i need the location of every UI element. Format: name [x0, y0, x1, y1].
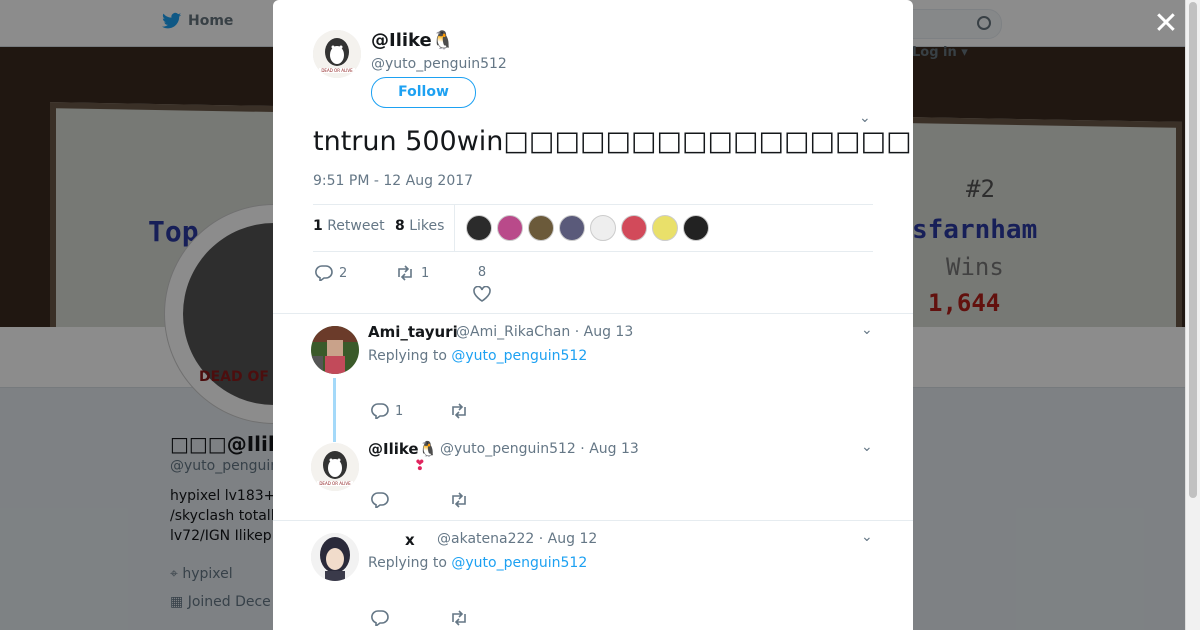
reply-retweet-button[interactable] — [449, 403, 469, 419]
tweet-stats: 1 Retweet 8 Likes — [313, 204, 873, 252]
reply-avatar[interactable] — [311, 326, 359, 374]
close-modal-button[interactable]: ✕ — [1152, 9, 1180, 39]
reply-count: 2 — [339, 265, 348, 281]
tweet-modal: DEAD OR ALIVE @Ilike🐧 @yuto_penguin512 F… — [273, 0, 913, 630]
reply-meta: @yuto_penguin512 · Aug 13 — [440, 441, 639, 457]
like-count: 8 — [477, 265, 487, 280]
thread-connector-line — [333, 378, 336, 442]
reply-date[interactable]: Aug 13 — [584, 324, 634, 340]
svg-text:DEAD OR ALIVE: DEAD OR ALIVE — [319, 481, 351, 486]
reply-reply-count: 1 — [395, 403, 404, 419]
liker-avatar[interactable] — [528, 215, 554, 241]
author-name[interactable]: @Ilike🐧 — [371, 30, 454, 51]
liker-avatar[interactable] — [652, 215, 678, 241]
replying-prefix: Replying to — [368, 348, 447, 364]
replies-divider — [273, 313, 913, 314]
reply-icon — [371, 403, 389, 419]
svg-text:DEAD OR ALIVE: DEAD OR ALIVE — [321, 68, 353, 73]
anime-avatar-icon — [311, 533, 359, 581]
page-scrollbar[interactable] — [1185, 0, 1200, 630]
retweet-stat[interactable]: 1 Retweet — [313, 218, 385, 234]
replying-to-link[interactable]: @yuto_penguin512 — [451, 555, 587, 571]
reply-icon — [371, 492, 389, 508]
retweet-icon — [398, 265, 412, 281]
follow-button[interactable]: Follow — [371, 77, 476, 108]
reply-author-name[interactable]: x — [405, 531, 415, 549]
reply-author-handle[interactable]: @Ami_RikaChan — [456, 324, 570, 340]
likes-stat[interactable]: 8 Likes — [395, 218, 444, 234]
reply-date[interactable]: Aug 12 — [548, 531, 598, 547]
reply-options-chevron-icon[interactable]: ⌄ — [861, 439, 873, 455]
reply-author-handle[interactable]: @akatena222 — [437, 531, 534, 547]
tweet-options-chevron-icon[interactable]: ⌄ — [859, 110, 871, 126]
minecraft-avatar-icon — [311, 326, 359, 374]
replying-prefix: Replying to — [368, 555, 447, 571]
liker-avatar[interactable] — [590, 215, 616, 241]
heart-icon — [473, 286, 491, 302]
liker-avatar[interactable] — [621, 215, 647, 241]
reply-reply-button[interactable] — [371, 492, 389, 508]
replying-to: Replying to @yuto_penguin512 — [368, 348, 587, 364]
retweet-icon — [452, 403, 466, 419]
reply-retweet-button[interactable] — [449, 492, 469, 508]
retweet-icon — [452, 492, 466, 508]
reply-retweet-button[interactable] — [449, 610, 469, 626]
liker-avatar[interactable] — [497, 215, 523, 241]
reply-avatar[interactable]: DEAD OR ALIVE — [311, 443, 359, 491]
reply-meta: @akatena222 · Aug 12 — [437, 531, 598, 547]
reply-options-chevron-icon[interactable]: ⌄ — [861, 322, 873, 338]
reply-reply-button[interactable] — [371, 610, 389, 626]
penguin-avatar-icon: DEAD OR ALIVE — [313, 30, 361, 78]
replying-to-link[interactable]: @yuto_penguin512 — [451, 348, 587, 364]
reply-text: ❣ — [414, 458, 426, 474]
stats-divider — [454, 205, 455, 251]
like-button[interactable]: 8 — [473, 265, 491, 302]
liker-avatars — [466, 215, 709, 241]
liker-avatar[interactable] — [559, 215, 585, 241]
retweet-count: 1 — [313, 218, 323, 234]
replying-to: Replying to @yuto_penguin512 — [368, 555, 587, 571]
retweet-action-count: 1 — [421, 265, 430, 281]
reply-reply-button[interactable]: 1 — [371, 403, 403, 419]
reply-date[interactable]: Aug 13 — [589, 441, 639, 457]
reply-button[interactable]: 2 — [315, 265, 347, 281]
penguin-avatar-icon: DEAD OR ALIVE — [311, 443, 359, 491]
reply-icon — [371, 610, 389, 626]
tweet-text: tntrun 500win□□□□□□□□□□□□□□□□ — [313, 126, 912, 157]
author-avatar[interactable]: DEAD OR ALIVE — [313, 30, 361, 78]
tweet-datetime[interactable]: 9:51 PM - 12 Aug 2017 — [313, 173, 473, 189]
retweet-icon — [452, 610, 466, 626]
reply-author-name[interactable]: @Ilike🐧 — [368, 440, 437, 458]
reply-author-handle[interactable]: @yuto_penguin512 — [440, 441, 576, 457]
reply-avatar[interactable] — [311, 533, 359, 581]
close-icon: ✕ — [1153, 6, 1179, 41]
retweet-stat-label: Retweet — [327, 218, 385, 234]
reply-options-chevron-icon[interactable]: ⌄ — [861, 529, 873, 545]
reply-author-name[interactable]: Ami_tayuri — [368, 323, 458, 341]
tweet-actions: 2 1 8 — [313, 262, 873, 302]
author-handle[interactable]: @yuto_penguin512 — [371, 56, 507, 72]
liker-avatar[interactable] — [466, 215, 492, 241]
scrollbar-thumb[interactable] — [1189, 2, 1197, 498]
reply-meta: @Ami_RikaChan · Aug 13 — [456, 324, 634, 340]
likes-count: 8 — [395, 218, 405, 234]
retweet-button[interactable]: 1 — [395, 265, 429, 281]
reply-icon — [315, 265, 333, 281]
liker-avatar[interactable] — [683, 215, 709, 241]
likes-stat-label: Likes — [409, 218, 445, 234]
reply-divider — [273, 520, 913, 521]
